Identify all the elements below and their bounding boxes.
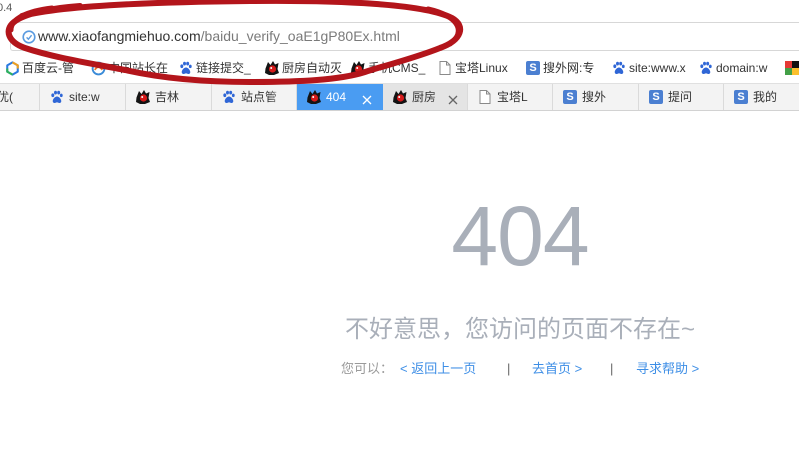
souwai-letter-logo: S [649, 90, 663, 104]
bookmark-label: 搜外网:专 [543, 61, 595, 75]
browser-tab[interactable]: S 我的 [724, 84, 799, 110]
tab-label: 站点管 [241, 90, 278, 104]
tab-label: 提问 [668, 90, 693, 104]
tab-label: 我的 [753, 90, 778, 104]
bookmark-item[interactable]: 手机CMS_ [350, 55, 425, 81]
browser-tab[interactable]: 优( [0, 84, 40, 110]
bookmark-label: 中国站长在 [108, 61, 169, 75]
site-logo-icon [392, 89, 408, 105]
souwai-icon: S [648, 89, 664, 105]
bookmark-label: 链接提交_ [196, 61, 251, 75]
chinaz-icon [90, 60, 106, 76]
browser-tab[interactable]: S 搜外 [553, 84, 639, 110]
page-icon [477, 89, 493, 105]
bookmark-label: 手机CMS_ [368, 61, 426, 75]
url-host: www.xiaofangmiehuo.com [38, 28, 201, 44]
tab-label: 厨房 [412, 90, 437, 104]
bookmark-item[interactable]: 链接提交_ [178, 55, 251, 81]
souwai-icon: S [525, 60, 541, 76]
baidu-paw-icon [611, 60, 627, 76]
browser-tab[interactable]: 吉林 [126, 84, 212, 110]
tab-label: site:w [69, 90, 100, 104]
bookmark-label: site:www.x [629, 61, 686, 75]
help-link[interactable]: 寻求帮助 > [636, 361, 699, 377]
browser-tab[interactable]: S 提问 [639, 84, 724, 110]
page-icon [437, 60, 453, 76]
site-logo-icon [135, 89, 151, 105]
close-icon[interactable] [362, 92, 372, 105]
site-logo-icon [264, 60, 280, 76]
site-logo-icon [306, 89, 322, 105]
souwai-icon: S [733, 89, 749, 105]
go-back-link[interactable]: < 返回上一页 [400, 361, 476, 377]
security-shield-icon[interactable] [22, 30, 36, 44]
error-code: 404 [451, 189, 589, 283]
bookmark-item[interactable]: site:www.x [611, 55, 686, 81]
tab-label: 宝塔L [497, 90, 528, 104]
bookmark-item[interactable]: S 搜外网:专 [525, 55, 594, 81]
souwai-letter-logo: S [563, 90, 577, 104]
bookmark-item[interactable]: 百度云-管 [4, 55, 74, 81]
home-link[interactable]: 去首页 > [532, 361, 582, 377]
tab-label: 优( [0, 90, 13, 104]
souwai-letter-logo: S [526, 61, 540, 75]
bookmark-label: domain:w [716, 61, 768, 75]
version-text: 0.4 [0, 2, 13, 14]
souwai-letter-logo: S [734, 90, 748, 104]
bookmark-label: 厨房自动灭 [282, 61, 343, 75]
error-message: 不好意思，您访问的页面不存在~ [344, 316, 695, 343]
bookmark-item[interactable]: 中国站长在 [90, 55, 168, 81]
bookmark-item[interactable]: 宝塔Linux [437, 55, 508, 81]
url-path: /baidu_verify_oaE1gP80Ex.html [200, 28, 400, 44]
bookmark-label: 百度云-管 [22, 61, 74, 75]
baidu-paw-icon [178, 60, 194, 76]
site-logo-icon [350, 60, 366, 76]
bookmark-label: 宝塔Linux [455, 61, 508, 75]
browser-tab[interactable]: site:w [40, 84, 126, 110]
colorful-grid-icon [784, 60, 799, 76]
browser-tab[interactable]: 站点管 [212, 84, 297, 110]
browser-tab[interactable]: 厨房 [383, 84, 468, 110]
browser-tab-active[interactable]: 404 [297, 84, 383, 110]
link-separator: | [610, 361, 614, 376]
browser-tab[interactable]: 宝塔L [468, 84, 553, 110]
baidu-cloud-icon [4, 60, 20, 76]
close-icon[interactable] [448, 92, 458, 105]
bookmark-item[interactable] [784, 55, 799, 81]
link-separator: | [507, 361, 511, 376]
tab-strip: 优( site:w 吉林 站点管 404 厨房 宝塔L S 搜外 S 提问 S … [0, 83, 799, 111]
souwai-icon: S [562, 89, 578, 105]
hint-label: 您可以： [341, 361, 394, 376]
tab-label: 404 [326, 90, 347, 104]
tab-label: 搜外 [582, 90, 607, 104]
baidu-paw-icon [698, 60, 714, 76]
tab-label: 吉林 [155, 90, 180, 104]
baidu-paw-icon [221, 89, 237, 105]
baidu-paw-icon [49, 89, 65, 105]
bookmarks-bar: 百度云-管 中国站长在 链接提交_ 厨房自动灭 手机CMS_ 宝塔Linux S… [0, 55, 799, 81]
bookmark-item[interactable]: domain:w [698, 55, 767, 81]
bookmark-item[interactable]: 厨房自动灭 [264, 55, 342, 81]
url-text[interactable]: www.xiaofangmiehuo.com/baidu_verify_oaE1… [38, 28, 400, 45]
address-bar[interactable]: www.xiaofangmiehuo.com/baidu_verify_oaE1… [10, 22, 799, 51]
